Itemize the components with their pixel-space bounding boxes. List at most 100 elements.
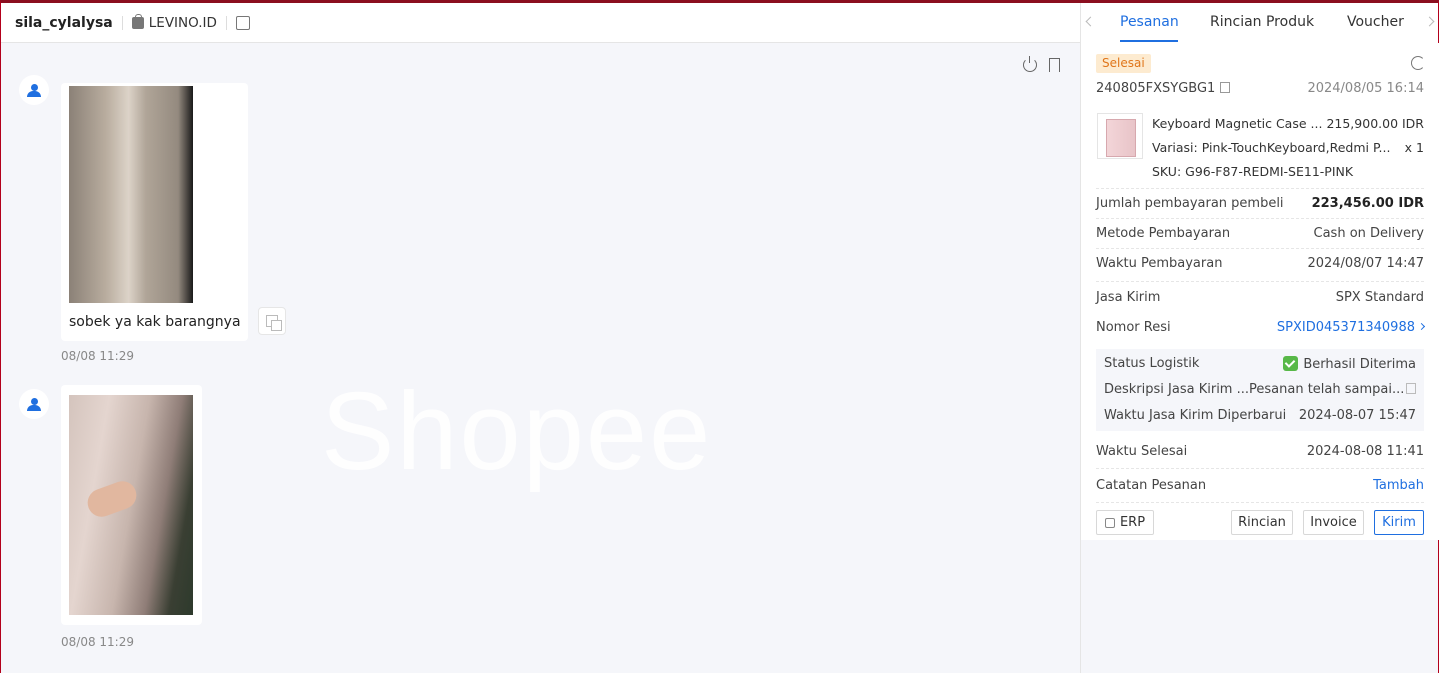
divider <box>1096 281 1424 282</box>
product-sku-row: SKU: G96-F87-REDMI-SE11-PINK <box>1152 164 1424 179</box>
logistics-row: Status Logistik Berhasil Diterima <box>1104 356 1416 372</box>
logistics-desc-wrap: Pesanan telah sampai... <box>1249 382 1417 397</box>
active-tab-indicator <box>1120 40 1178 42</box>
payment-time: 2024/08/07 14:47 <box>1307 256 1424 271</box>
message-time: 08/08 11:29 <box>61 349 134 363</box>
shop-name: LEVINO.ID <box>148 14 217 31</box>
copy-icon[interactable] <box>1220 82 1231 93</box>
divider <box>1096 502 1424 503</box>
detail-label: Metode Pembayaran <box>1096 226 1231 241</box>
tracking-number-link[interactable]: SPXID045371340988 <box>1277 320 1426 335</box>
message-image[interactable] <box>69 86 193 303</box>
share-icon[interactable] <box>235 15 250 30</box>
divider <box>1096 248 1424 249</box>
product-sku-wrap: SKU: G96-F87-REDMI-SE11-PINK <box>1152 164 1353 179</box>
message-image[interactable] <box>69 395 193 615</box>
logistics-status: Berhasil Diterima <box>1303 357 1416 372</box>
user-icon <box>27 83 41 97</box>
finish-label: Waktu Selesai <box>1096 444 1188 459</box>
logistics-update-time: 2024-08-07 15:47 <box>1298 408 1416 423</box>
tracking-number[interactable]: SPXID045371340988 <box>1277 320 1415 335</box>
bookmark-icon[interactable] <box>1049 58 1060 72</box>
logistics-status-wrap: Berhasil Diterima <box>1283 356 1416 372</box>
shopee-watermark: Shopee <box>321 370 713 493</box>
order-panel: Pesanan Rincian Produk Voucher Selesai 2… <box>1080 3 1439 673</box>
panel-tabs: Pesanan Rincian Produk Voucher <box>1081 3 1438 43</box>
order-id-row: 240805FXSYGBG1 2024/08/05 16:14 <box>1096 81 1424 96</box>
order-date: 2024/08/05 16:14 <box>1307 81 1424 96</box>
product-variant-wrap: Variasi: Pink-TouchKeyboard,Redmi P... <box>1152 140 1390 155</box>
tab-voucher[interactable]: Voucher <box>1347 14 1404 30</box>
buyer-avatar <box>19 75 49 105</box>
sku-label: SKU: <box>1152 164 1182 179</box>
logistics-label: Waktu Jasa Kirim Diperbarui <box>1104 408 1287 423</box>
user-icon <box>27 397 41 411</box>
translate-icon[interactable] <box>258 307 286 335</box>
logistics-box: Status Logistik Berhasil Diterima Deskri… <box>1096 349 1424 431</box>
chat-header: sila_cylalysa LEVINO.ID <box>1 3 1080 43</box>
detail-label: Waktu Pembayaran <box>1096 256 1223 271</box>
invoice-button[interactable]: Invoice <box>1303 510 1364 535</box>
logistics-row: Deskripsi Jasa Kirim ... Pesanan telah s… <box>1104 382 1417 397</box>
image-content <box>83 477 141 521</box>
product-sku: G96-F87-REDMI-SE11-PINK <box>1185 164 1354 179</box>
message-bubble: sobek ya kak barangnya <box>61 83 248 341</box>
product-qty: x 1 <box>1404 140 1424 155</box>
detail-row: Metode Pembayaran Cash on Delivery <box>1096 226 1424 241</box>
product-name-row: Keyboard Magnetic Case ... 215,900.00 ID… <box>1152 116 1424 131</box>
check-icon <box>1283 356 1299 371</box>
chevron-right-icon[interactable] <box>1424 16 1435 27</box>
detail-row: Jumlah pembayaran pembeli 223,456.00 IDR <box>1096 196 1424 211</box>
tab-rincian-produk[interactable]: Rincian Produk <box>1210 14 1314 30</box>
erp-label: ERP <box>1119 515 1146 530</box>
message-text: sobek ya kak barangnya <box>69 314 241 330</box>
payment-amount: 223,456.00 IDR <box>1311 196 1424 211</box>
erp-icon <box>1104 517 1115 528</box>
status-badge: Selesai <box>1096 54 1151 73</box>
message-bubble <box>61 385 202 625</box>
note-row: Catatan Pesanan Tambah <box>1096 478 1424 493</box>
courier: SPX Standard <box>1335 290 1424 305</box>
message-time: 08/08 11:29 <box>61 635 134 649</box>
add-note-link[interactable]: Tambah <box>1373 478 1424 493</box>
order-card: Selesai 240805FXSYGBG1 2024/08/05 16:14 … <box>1081 43 1439 540</box>
detail-row: Nomor Resi SPXID045371340988 <box>1096 320 1426 335</box>
product-thumbnail[interactable] <box>1097 113 1143 159</box>
order-id-wrap: 240805FXSYGBG1 <box>1096 81 1231 96</box>
finish-row: Waktu Selesai 2024-08-08 11:41 <box>1096 444 1424 459</box>
chevron-left-icon[interactable] <box>1085 16 1096 27</box>
tab-pesanan[interactable]: Pesanan <box>1120 14 1179 30</box>
divider <box>1096 468 1424 469</box>
logistics-description: Pesanan telah sampai... <box>1249 382 1405 397</box>
detail-button[interactable]: Rincian <box>1231 510 1293 535</box>
note-label: Catatan Pesanan <box>1096 478 1207 493</box>
detail-row: Jasa Kirim SPX Standard <box>1096 290 1424 305</box>
chat-username[interactable]: sila_cylalysa <box>15 15 113 31</box>
chevron-right-icon <box>1417 322 1426 331</box>
document-icon[interactable] <box>1406 383 1417 394</box>
divider <box>121 15 123 30</box>
product-price: 215,900.00 IDR <box>1326 116 1424 131</box>
refresh-icon[interactable] <box>1411 56 1425 70</box>
send-button[interactable]: Kirim <box>1374 510 1424 535</box>
variant-label: Variasi: <box>1152 140 1198 155</box>
divider <box>1096 188 1424 189</box>
detail-row: Waktu Pembayaran 2024/08/07 14:47 <box>1096 256 1424 271</box>
product-variant: Pink-TouchKeyboard,Redmi P... <box>1201 140 1391 155</box>
logistics-label: Deskripsi Jasa Kirim ... <box>1104 382 1249 397</box>
shop-info: LEVINO.ID <box>131 13 217 31</box>
buyer-avatar <box>19 389 49 419</box>
detail-label: Jumlah pembayaran pembeli <box>1096 196 1284 211</box>
detail-label: Jasa Kirim <box>1096 290 1161 305</box>
shop-bag-icon <box>131 13 144 29</box>
finish-time: 2024-08-08 11:41 <box>1306 444 1424 459</box>
erp-button[interactable]: ERP <box>1096 510 1154 535</box>
divider <box>225 15 227 30</box>
chat-area: sila_cylalysa LEVINO.ID Shopee sobek ya … <box>1 3 1080 673</box>
order-id: 240805FXSYGBG1 <box>1096 81 1216 96</box>
power-icon[interactable] <box>1023 56 1037 72</box>
product-name[interactable]: Keyboard Magnetic Case ... <box>1152 116 1322 131</box>
divider <box>1096 218 1424 219</box>
payment-method: Cash on Delivery <box>1313 226 1424 241</box>
chat-tools <box>1023 56 1060 72</box>
